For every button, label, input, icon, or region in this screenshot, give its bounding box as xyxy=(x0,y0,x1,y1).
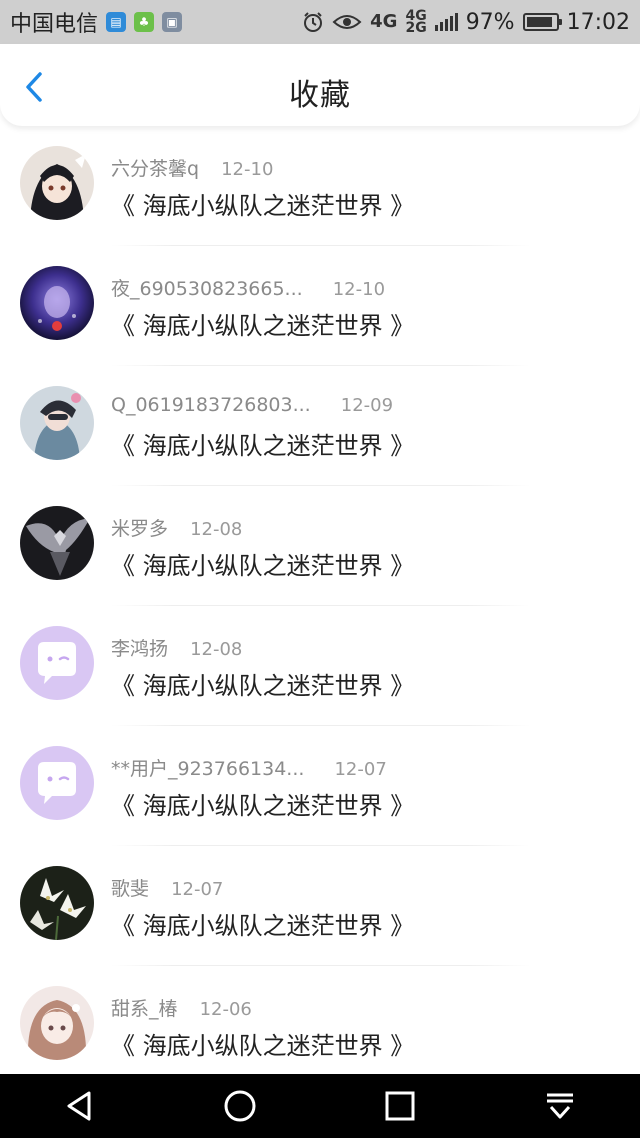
item-meta: 李鸿扬 12-08 xyxy=(111,634,242,661)
default-avatar[interactable] xyxy=(20,626,94,700)
item-title[interactable]: 《 海底小纵队之迷茫世界 》 xyxy=(111,1026,414,1061)
item-date: 12-09 xyxy=(340,395,394,416)
network-4g2g-label: 4G 2G xyxy=(405,8,427,36)
favorite-item[interactable]: 米罗多 12-08 《 海底小纵队之迷茫世界 》 xyxy=(0,486,640,606)
item-meta: 六分茶馨q 12-10 xyxy=(111,154,273,181)
battery-icon xyxy=(522,13,562,31)
item-date: 12-07 xyxy=(334,759,387,780)
pull-down-icon xyxy=(547,1093,573,1119)
item-title[interactable]: 《 海底小纵队之迷茫世界 》 xyxy=(111,546,414,581)
item-date: 12-10 xyxy=(221,159,274,180)
item-meta: 夜_690530823665... 12-10 xyxy=(111,274,385,301)
avatar[interactable] xyxy=(20,266,94,340)
favorite-item[interactable]: 歌斐 12-07 《 海底小纵队之迷茫世界 》 xyxy=(0,846,640,966)
triangle-back-icon xyxy=(67,1091,91,1121)
item-date: 12-10 xyxy=(332,279,386,300)
chat-app-icon: ♣ xyxy=(134,12,155,32)
recents-nav-button[interactable] xyxy=(376,1082,424,1130)
back-nav-button[interactable] xyxy=(56,1082,104,1130)
item-title[interactable]: 《 海底小纵队之迷茫世界 》 xyxy=(111,426,414,461)
carrier-label: 中国电信 xyxy=(10,12,99,37)
avatar[interactable] xyxy=(20,386,94,460)
battery-percent: 97% xyxy=(465,9,515,35)
user-name: **用户_923766134... xyxy=(111,758,305,780)
user-name: 甜系_椿 xyxy=(111,998,178,1020)
favorites-list: 六分茶馨q 12-10 《 海底小纵队之迷茫世界 》 夜_69053082366… xyxy=(0,126,640,1074)
user-name: Q_0619183726803... xyxy=(111,394,311,416)
page-title: 收藏 xyxy=(289,78,351,113)
item-title[interactable]: 《 海底小纵队之迷茫世界 》 xyxy=(111,186,414,221)
favorite-item[interactable]: 六分茶馨q 12-10 《 海底小纵队之迷茫世界 》 xyxy=(0,126,640,246)
favorite-item[interactable]: 甜系_椿 12-06 《 海底小纵队之迷茫世界 》 xyxy=(0,966,640,1074)
item-title[interactable]: 《 海底小纵队之迷茫世界 》 xyxy=(111,906,414,941)
item-title[interactable]: 《 海底小纵队之迷茫世界 》 xyxy=(111,666,414,701)
item-meta: 甜系_椿 12-06 xyxy=(111,994,252,1021)
home-nav-button[interactable] xyxy=(216,1082,264,1130)
favorite-item[interactable]: 夜_690530823665... 12-10 《 海底小纵队之迷茫世界 》 xyxy=(0,246,640,366)
calendar-app-icon: ▤ xyxy=(106,12,127,32)
user-name: 六分茶馨q xyxy=(111,158,200,180)
signal-icon xyxy=(434,13,458,31)
favorite-item[interactable]: 李鸿扬 12-08 《 海底小纵队之迷茫世界 》 xyxy=(0,606,640,726)
item-meta: 米罗多 12-08 xyxy=(111,514,242,541)
status-left: 中国电信 ▤ ♣ ▣ xyxy=(10,6,183,38)
system-navigation-bar xyxy=(0,1074,640,1138)
status-bar: 中国电信 ▤ ♣ ▣ 4G 4G 2G 97% 17:02 xyxy=(0,0,640,44)
status-right: 4G 4G 2G 97% 17:02 xyxy=(302,8,630,36)
default-avatar[interactable] xyxy=(20,746,94,820)
avatar[interactable] xyxy=(20,986,94,1060)
alarm-icon xyxy=(304,12,323,32)
gallery-app-icon: ▣ xyxy=(162,12,183,32)
clock: 17:02 xyxy=(566,9,630,35)
square-recents-icon xyxy=(385,1091,415,1121)
avatar[interactable] xyxy=(20,866,94,940)
eye-comfort-icon xyxy=(332,15,362,29)
user-name: 歌斐 xyxy=(111,878,150,900)
user-name: 夜_690530823665... xyxy=(111,278,303,300)
item-date: 12-08 xyxy=(190,639,243,660)
item-date: 12-08 xyxy=(190,519,243,540)
avatar[interactable] xyxy=(20,506,94,580)
avatar[interactable] xyxy=(20,146,94,220)
item-date: 12-06 xyxy=(199,999,252,1020)
item-title[interactable]: 《 海底小纵队之迷茫世界 》 xyxy=(111,306,414,341)
notification-pulldown-button[interactable] xyxy=(536,1082,584,1130)
favorite-item[interactable]: Q_0619183726803... 12-09 《 海底小纵队之迷茫世界 》 xyxy=(0,366,640,486)
network-4g-label: 4G xyxy=(370,11,398,32)
user-name: 米罗多 xyxy=(111,518,169,540)
item-date: 12-07 xyxy=(171,879,224,900)
item-meta: **用户_923766134... 12-07 xyxy=(111,754,387,781)
item-title[interactable]: 《 海底小纵队之迷茫世界 》 xyxy=(111,786,414,821)
item-meta: Q_0619183726803... 12-09 xyxy=(111,394,393,416)
user-name: 李鸿扬 xyxy=(111,638,169,660)
item-meta: 歌斐 12-07 xyxy=(111,874,223,901)
favorite-item[interactable]: **用户_923766134... 12-07 《 海底小纵队之迷茫世界 》 xyxy=(0,726,640,846)
header-bar: 收藏 xyxy=(0,44,640,126)
circle-home-icon xyxy=(224,1090,256,1122)
